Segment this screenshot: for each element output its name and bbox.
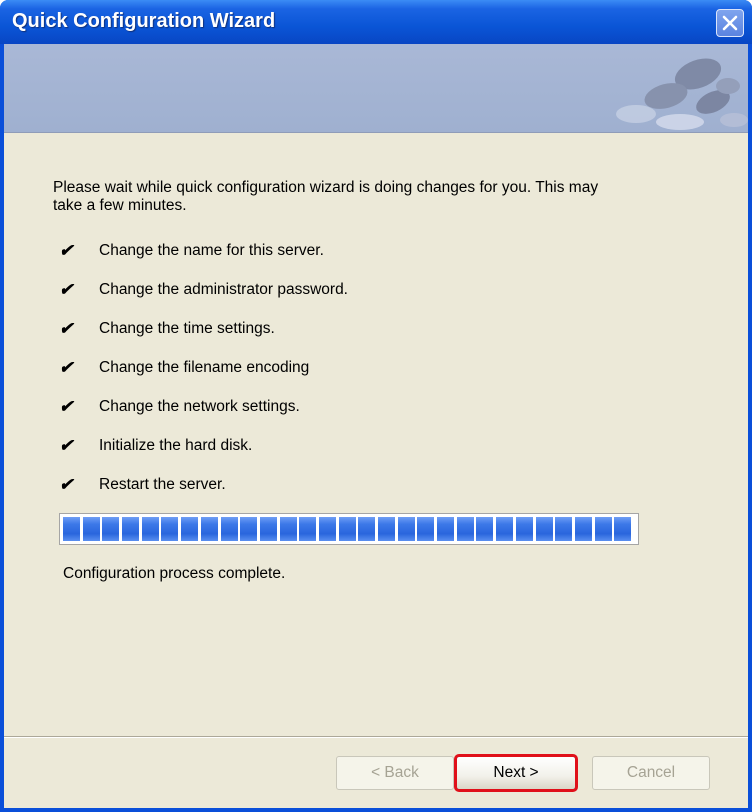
wizard-window: Quick Configuration Wizard Please wait w… bbox=[0, 0, 752, 812]
progress-block bbox=[338, 517, 356, 541]
divider bbox=[4, 736, 748, 738]
progress-block bbox=[102, 517, 120, 541]
list-item: ✔ Initialize the hard disk. bbox=[59, 426, 348, 465]
checkmark-icon: ✔ bbox=[59, 357, 74, 377]
progress-block bbox=[496, 517, 514, 541]
decorative-swirl-icon bbox=[616, 58, 748, 130]
progress-block bbox=[555, 517, 573, 541]
checkmark-icon: ✔ bbox=[59, 435, 74, 455]
progress-block bbox=[614, 517, 632, 541]
status-text: Configuration process complete. bbox=[63, 565, 286, 582]
progress-block bbox=[417, 517, 435, 541]
progress-block bbox=[318, 517, 336, 541]
wizard-banner bbox=[4, 44, 748, 133]
list-item: ✔ Change the administrator password. bbox=[59, 270, 348, 309]
step-label: Initialize the hard disk. bbox=[99, 436, 253, 454]
checkmark-icon: ✔ bbox=[59, 396, 74, 416]
progress-block bbox=[535, 517, 553, 541]
close-button[interactable] bbox=[716, 9, 744, 37]
progress-block bbox=[574, 517, 592, 541]
next-button[interactable]: Next > bbox=[454, 754, 578, 792]
progress-block bbox=[141, 517, 159, 541]
progress-block bbox=[259, 517, 277, 541]
list-item: ✔ Change the name for this server. bbox=[59, 231, 348, 270]
step-label: Change the administrator password. bbox=[99, 280, 348, 298]
cancel-button[interactable]: Cancel bbox=[592, 756, 710, 790]
step-list: ✔ Change the name for this server. ✔ Cha… bbox=[59, 231, 348, 504]
progress-block bbox=[378, 517, 395, 541]
progress-block bbox=[437, 517, 455, 541]
checkmark-icon: ✔ bbox=[59, 279, 74, 299]
progress-block bbox=[594, 517, 612, 541]
progress-block bbox=[240, 517, 258, 541]
close-icon bbox=[722, 15, 738, 31]
step-label: Change the filename encoding bbox=[99, 358, 310, 376]
progress-block bbox=[397, 517, 415, 541]
checkmark-icon: ✔ bbox=[59, 474, 74, 494]
title-bar[interactable]: Quick Configuration Wizard bbox=[0, 0, 752, 44]
step-label: Restart the server. bbox=[99, 475, 226, 493]
progress-block bbox=[122, 517, 140, 541]
progress-block bbox=[476, 517, 494, 541]
back-button[interactable]: < Back bbox=[336, 756, 454, 790]
progress-block bbox=[515, 517, 533, 541]
step-label: Change the name for this server. bbox=[99, 241, 324, 259]
progress-block bbox=[161, 517, 179, 541]
window-title: Quick Configuration Wizard bbox=[12, 10, 276, 32]
progress-fill bbox=[63, 517, 635, 541]
progress-bar bbox=[59, 513, 639, 545]
progress-block bbox=[200, 517, 218, 541]
progress-block bbox=[456, 517, 474, 541]
list-item: ✔ Change the time settings. bbox=[59, 309, 348, 348]
progress-block bbox=[299, 517, 317, 541]
list-item: ✔ Restart the server. bbox=[59, 465, 348, 504]
checkmark-icon: ✔ bbox=[59, 318, 74, 338]
checkmark-icon: ✔ bbox=[59, 240, 74, 260]
step-label: Change the network settings. bbox=[99, 397, 300, 415]
progress-block bbox=[358, 517, 376, 541]
progress-block bbox=[82, 517, 100, 541]
progress-block bbox=[181, 517, 199, 541]
step-label: Change the time settings. bbox=[99, 319, 275, 337]
progress-block bbox=[220, 517, 238, 541]
progress-block bbox=[279, 517, 297, 541]
dialog-client-area: Please wait while quick configuration wi… bbox=[4, 44, 748, 808]
list-item: ✔ Change the filename encoding bbox=[59, 348, 348, 387]
list-item: ✔ Change the network settings. bbox=[59, 387, 348, 426]
wizard-content: Please wait while quick configuration wi… bbox=[4, 133, 748, 737]
progress-block bbox=[63, 517, 80, 541]
intro-text: Please wait while quick configuration wi… bbox=[53, 179, 599, 214]
